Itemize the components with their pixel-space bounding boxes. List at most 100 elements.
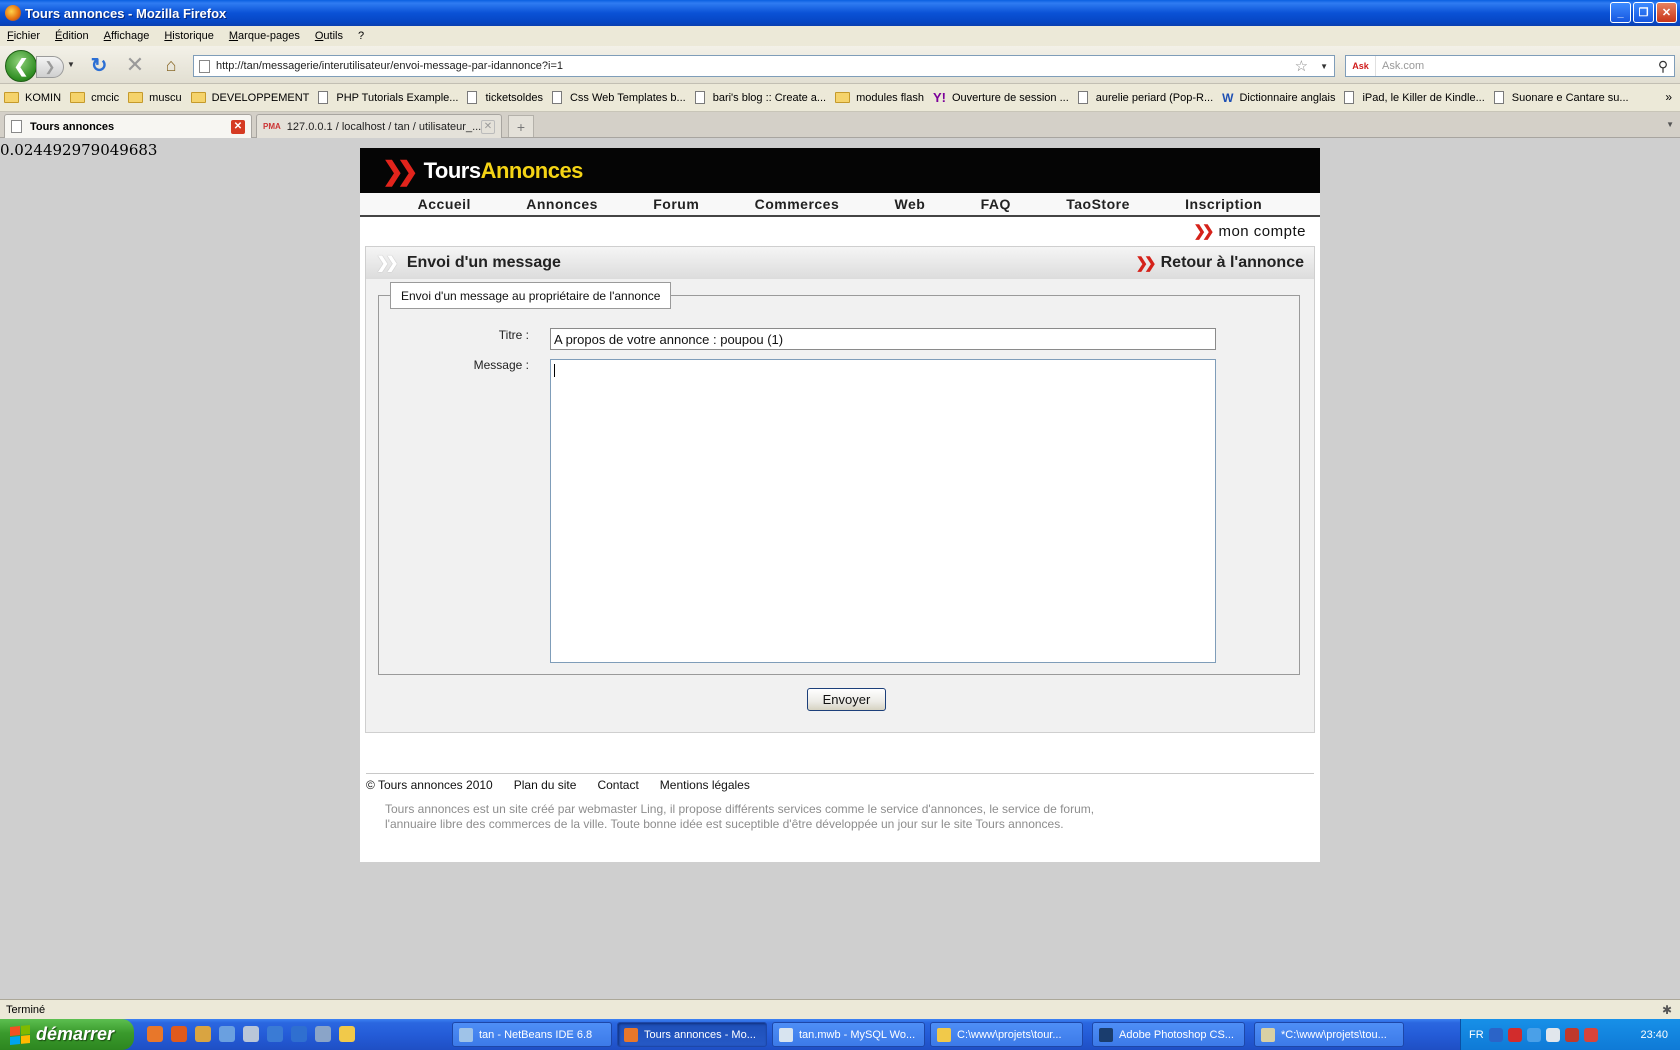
- bookmark-item[interactable]: modules flash: [835, 92, 924, 104]
- address-bar[interactable]: http://tan/messagerie/interutilisateur/e…: [193, 55, 1335, 77]
- menu-edition[interactable]: Édition: [55, 30, 97, 42]
- window-title-bar[interactable]: Tours annonces - Mozilla Firefox _ ❐ ✕: [0, 0, 1680, 26]
- reload-icon[interactable]: ↻: [88, 54, 110, 77]
- task-photoshop[interactable]: Adobe Photoshop CS...: [1092, 1022, 1245, 1047]
- start-button[interactable]: démarrer: [0, 1019, 134, 1050]
- nav-annonces[interactable]: Annonces: [526, 196, 598, 212]
- back-button[interactable]: ❮: [5, 50, 37, 82]
- yahoo-icon: Y!: [932, 90, 946, 105]
- addon-icon[interactable]: ✱: [1662, 1003, 1672, 1017]
- task-explorer[interactable]: C:\www\projets\tour...: [930, 1022, 1083, 1047]
- tray-arrow-icon[interactable]: [1488, 1027, 1503, 1042]
- minimize-button[interactable]: _: [1610, 2, 1631, 23]
- menu-outils[interactable]: Outils: [315, 30, 351, 42]
- bookmark-item[interactable]: W Dictionnaire anglais: [1222, 91, 1335, 105]
- antivirus-icon[interactable]: [1564, 1027, 1579, 1042]
- tab-tours-annonces[interactable]: Tours annonces ✕: [4, 114, 252, 138]
- firefox-launch-icon[interactable]: [147, 1026, 163, 1042]
- site-container: ❯❯ Tours Annonces Accueil Annonces Forum …: [360, 148, 1320, 862]
- nav-web[interactable]: Web: [895, 196, 926, 212]
- maximize-button[interactable]: ❐: [1633, 2, 1654, 23]
- folder-launch-icon[interactable]: [339, 1026, 355, 1042]
- status-text: Terminé: [6, 1003, 46, 1016]
- nav-inscription[interactable]: Inscription: [1185, 196, 1262, 212]
- network-icon[interactable]: [1526, 1027, 1541, 1042]
- ie-alt-launch-icon[interactable]: [291, 1026, 307, 1042]
- forward-button[interactable]: ❯: [36, 56, 64, 78]
- nav-taostore[interactable]: TaoStore: [1066, 196, 1130, 212]
- language-indicator[interactable]: FR: [1469, 1029, 1484, 1041]
- url-dropdown-icon[interactable]: ▼: [1320, 62, 1328, 71]
- close-tab-icon[interactable]: ✕: [231, 119, 245, 134]
- folder-icon: [128, 92, 144, 103]
- url-text[interactable]: http://tan/messagerie/interutilisateur/e…: [216, 60, 1295, 72]
- footer-link-contact[interactable]: Contact: [597, 778, 638, 792]
- folder-icon: [937, 1027, 951, 1042]
- ie-launch-icon[interactable]: [267, 1026, 283, 1042]
- menu-marque-pages[interactable]: Marque-pages: [229, 30, 308, 42]
- ati-icon[interactable]: [1507, 1027, 1522, 1042]
- search-input[interactable]: Ask.com: [1376, 60, 1652, 72]
- task-mysql-workbench[interactable]: tan.mwb - MySQL Wo...: [772, 1022, 925, 1047]
- tab-list-icon[interactable]: ▼: [1666, 120, 1674, 129]
- task-firefox[interactable]: Tours annonces - Mo...: [617, 1022, 767, 1047]
- firefox-alt-launch-icon[interactable]: [171, 1026, 187, 1042]
- close-window-button[interactable]: ✕: [1656, 2, 1677, 23]
- system-tray: FR 23:40: [1460, 1019, 1680, 1050]
- account-link[interactable]: ❯❯ mon compte: [1193, 222, 1306, 241]
- bookmark-item[interactable]: Css Web Templates b...: [551, 91, 686, 104]
- bookmarks-overflow-icon[interactable]: »: [1665, 90, 1672, 104]
- search-icon[interactable]: ⚲: [1652, 58, 1674, 75]
- users-launch-icon[interactable]: [195, 1026, 211, 1042]
- nav-accueil[interactable]: Accueil: [418, 196, 471, 212]
- bookmark-item[interactable]: muscu: [128, 92, 182, 104]
- new-tab-button[interactable]: +: [508, 115, 534, 137]
- bookmark-item[interactable]: ticketsoldes: [467, 91, 543, 104]
- stop-icon[interactable]: ✕: [124, 52, 146, 77]
- title-input[interactable]: [550, 328, 1216, 350]
- shield-icon[interactable]: [1583, 1027, 1598, 1042]
- send-button[interactable]: Envoyer: [807, 688, 886, 711]
- bookmark-star-icon[interactable]: ☆: [1295, 57, 1308, 75]
- back-to-ad-link[interactable]: ❯❯ Retour à l'annonce: [1135, 254, 1304, 272]
- bookmark-item[interactable]: Suonare e Cantare su...: [1493, 91, 1629, 104]
- ask-engine-icon[interactable]: Ask: [1346, 56, 1376, 76]
- logo-text-tours[interactable]: Tours: [424, 158, 481, 184]
- search-bar[interactable]: Ask Ask.com ⚲: [1345, 55, 1675, 77]
- menu-help[interactable]: ?: [358, 30, 372, 42]
- media-launch-icon[interactable]: [315, 1026, 331, 1042]
- footer-link-mentions[interactable]: Mentions légales: [660, 778, 750, 792]
- tab-phpmyadmin[interactable]: PMA 127.0.0.1 / localhost / tan / utilis…: [256, 114, 502, 138]
- security-icon[interactable]: [1545, 1027, 1560, 1042]
- bookmark-item[interactable]: PHP Tutorials Example...: [318, 91, 458, 104]
- history-dropdown-icon[interactable]: ▼: [67, 60, 75, 69]
- bookmark-item[interactable]: KOMIN: [4, 92, 61, 104]
- message-textarea[interactable]: [550, 359, 1216, 663]
- bookmark-item[interactable]: iPad, le Killer de Kindle...: [1344, 91, 1485, 104]
- task-netbeans[interactable]: tan - NetBeans IDE 6.8: [452, 1022, 612, 1047]
- nav-forum[interactable]: Forum: [653, 196, 699, 212]
- task-editor[interactable]: *C:\www\projets\tou...: [1254, 1022, 1404, 1047]
- logo-text-annonces[interactable]: Annonces: [481, 158, 584, 184]
- bookmark-item[interactable]: cmcic: [70, 92, 119, 104]
- menu-affichage[interactable]: Affichage: [104, 30, 158, 42]
- close-tab-icon[interactable]: ✕: [481, 119, 495, 134]
- bookmark-item[interactable]: aurelie periard (Pop-R...: [1077, 91, 1213, 104]
- photoshop-icon: [1099, 1027, 1113, 1042]
- menu-historique[interactable]: Historique: [164, 30, 222, 42]
- page-icon: [694, 91, 705, 104]
- site-page-icon: [199, 59, 210, 73]
- home-icon[interactable]: ⌂: [160, 54, 182, 76]
- footer-link-plan[interactable]: Plan du site: [514, 778, 577, 792]
- back-arrow-icon: ❮: [13, 55, 29, 76]
- app-launch-icon[interactable]: [243, 1026, 259, 1042]
- bookmark-item[interactable]: Y! Ouverture de session ...: [933, 90, 1069, 105]
- tool-launch-icon[interactable]: [219, 1026, 235, 1042]
- folder-icon: [190, 92, 206, 103]
- menu-fichier[interactable]: Fichier: [7, 30, 48, 42]
- nav-commerces[interactable]: Commerces: [755, 196, 840, 212]
- bookmark-item[interactable]: bari's blog :: Create a...: [694, 91, 826, 104]
- nav-faq[interactable]: FAQ: [981, 196, 1011, 212]
- page-viewport: 0.024492979049683 ❯❯ Tours Annonces Accue…: [0, 138, 1680, 999]
- bookmark-item[interactable]: DEVELOPPEMENT: [190, 92, 309, 104]
